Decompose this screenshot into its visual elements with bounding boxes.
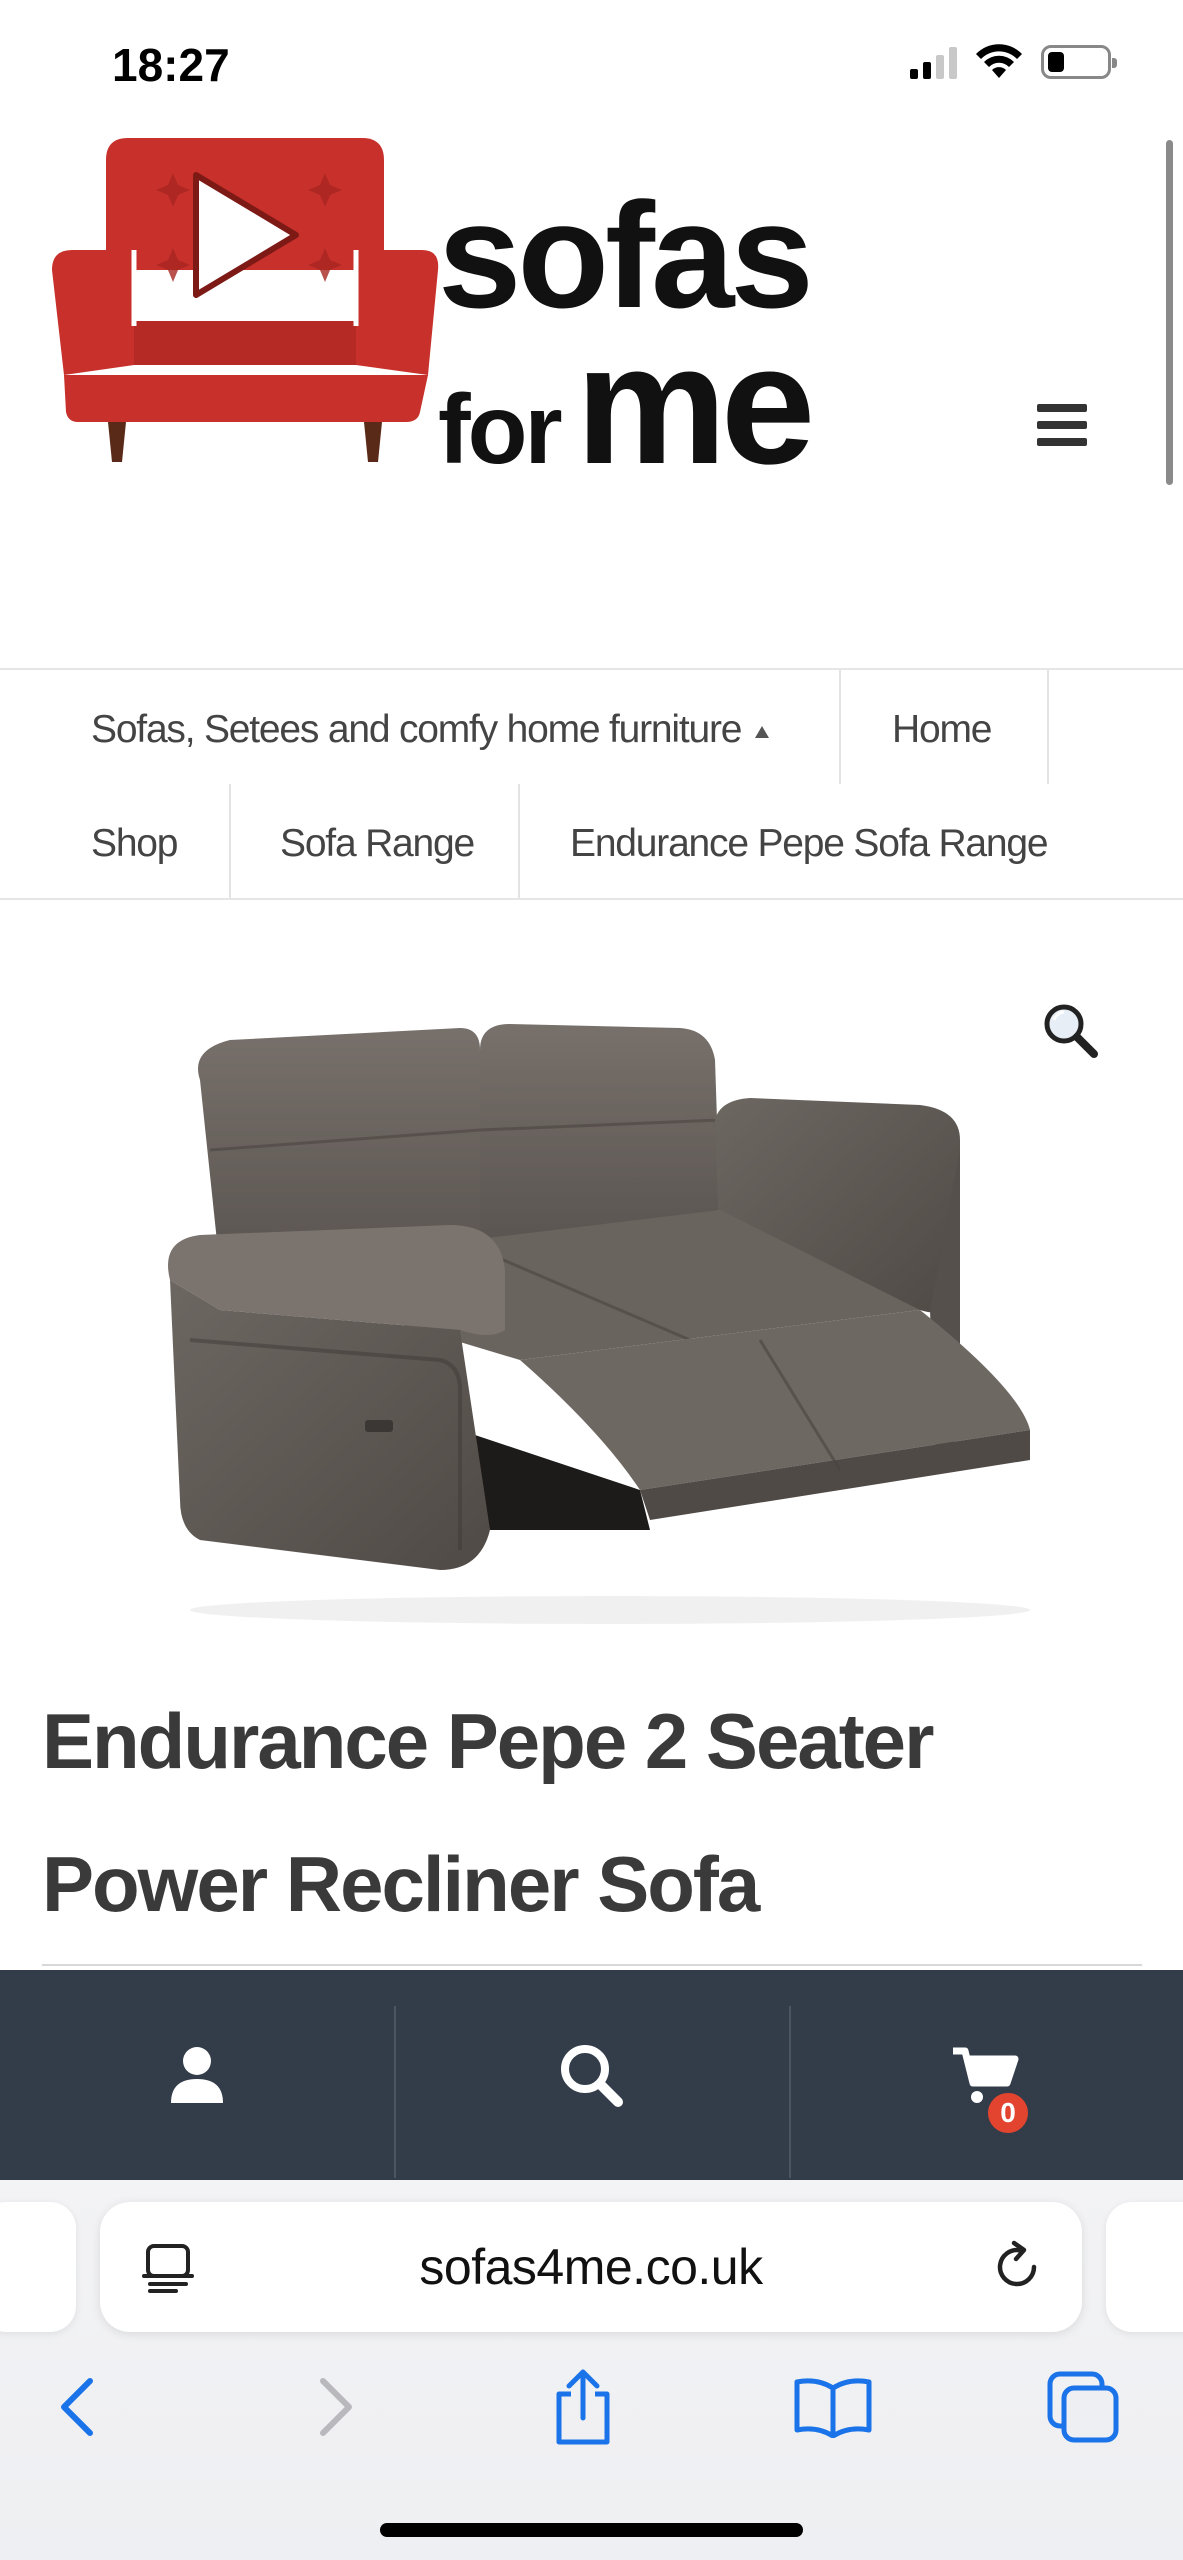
cellular-signal-icon bbox=[910, 45, 957, 79]
wifi-icon bbox=[976, 44, 1022, 78]
title-divider bbox=[42, 1964, 1142, 1966]
logo-wordmark: sofas for me bbox=[438, 171, 816, 500]
product-image[interactable] bbox=[160, 1010, 1060, 1640]
breadcrumb-item-label: Home bbox=[892, 708, 992, 751]
breadcrumb-divider bbox=[518, 784, 520, 898]
breadcrumb-divider bbox=[839, 670, 841, 784]
breadcrumb-divider bbox=[1047, 670, 1049, 784]
breadcrumb-item-shop[interactable]: Shop bbox=[91, 822, 179, 866]
share-icon bbox=[556, 2369, 610, 2445]
next-tab-preview[interactable] bbox=[1106, 2202, 1183, 2332]
account-button[interactable] bbox=[0, 1970, 394, 2180]
bookmarks-button[interactable] bbox=[788, 2362, 878, 2452]
breadcrumb-item-label: Endurance Pepe Sofa Range bbox=[570, 822, 1049, 865]
cart-count-badge: 0 bbox=[985, 2090, 1031, 2136]
tabs-button[interactable] bbox=[1038, 2362, 1128, 2452]
breadcrumb-item-label: Shop bbox=[91, 822, 179, 865]
reader-mode-icon[interactable] bbox=[142, 2242, 194, 2294]
share-button[interactable] bbox=[538, 2362, 628, 2452]
reload-icon[interactable] bbox=[990, 2240, 1044, 2294]
forward-button[interactable] bbox=[290, 2362, 380, 2452]
tabs-icon bbox=[1047, 2371, 1119, 2443]
user-icon bbox=[171, 2047, 224, 2103]
search-icon bbox=[561, 2045, 624, 2107]
address-bar[interactable]: sofas4me.co.uk bbox=[100, 2202, 1082, 2332]
breadcrumb: Sofas, Setees and comfy home furniture H… bbox=[0, 668, 1183, 900]
breadcrumb-item-sofa-range[interactable]: Sofa Range bbox=[280, 822, 475, 866]
forward-icon bbox=[320, 2378, 352, 2436]
breadcrumb-divider bbox=[229, 784, 231, 898]
bookmarks-icon bbox=[794, 2378, 872, 2438]
back-icon bbox=[61, 2378, 93, 2436]
home-indicator[interactable] bbox=[380, 2523, 803, 2537]
dropdown-caret-icon bbox=[755, 726, 770, 738]
browser-toolbar bbox=[0, 2362, 1183, 2482]
hamburger-menu-icon[interactable] bbox=[1037, 404, 1087, 446]
logo-line-sofas: sofas bbox=[438, 171, 814, 339]
sofa-play-icon bbox=[52, 138, 439, 462]
breadcrumb-item-label: Sofas, Setees and comfy home furniture bbox=[91, 708, 742, 751]
search-button[interactable] bbox=[394, 1970, 788, 2180]
page: 18:27 sofas for me Sofas, Setees and com… bbox=[0, 0, 1183, 2560]
product-title: Endurance Pepe 2 Seater Power Recliner S… bbox=[42, 1697, 934, 1928]
back-button[interactable] bbox=[33, 2362, 123, 2452]
breadcrumb-item-label: Sofa Range bbox=[280, 822, 475, 865]
logo-line-for-me: for me bbox=[438, 310, 816, 500]
breadcrumb-item-endurance-pepe[interactable]: Endurance Pepe Sofa Range bbox=[570, 822, 1049, 866]
browser-chrome: sofas4me.co.uk bbox=[0, 2180, 1183, 2560]
battery-icon bbox=[1041, 45, 1117, 79]
site-logo[interactable]: sofas for me bbox=[48, 130, 928, 610]
breadcrumb-item-sofas-setees[interactable]: Sofas, Setees and comfy home furniture bbox=[91, 708, 770, 752]
logo-word-for: for bbox=[438, 374, 563, 484]
logo-word-me: me bbox=[575, 310, 816, 500]
breadcrumb-item-home[interactable]: Home bbox=[892, 708, 992, 752]
previous-tab-preview[interactable] bbox=[0, 2202, 76, 2332]
cart-button[interactable] bbox=[788, 1970, 1183, 2180]
footer-action-bar bbox=[0, 1970, 1183, 2180]
status-bar: 18:27 bbox=[0, 0, 1183, 135]
url-text: sofas4me.co.uk bbox=[419, 2239, 763, 2295]
status-icons bbox=[910, 44, 1117, 80]
status-time: 18:27 bbox=[112, 39, 230, 91]
